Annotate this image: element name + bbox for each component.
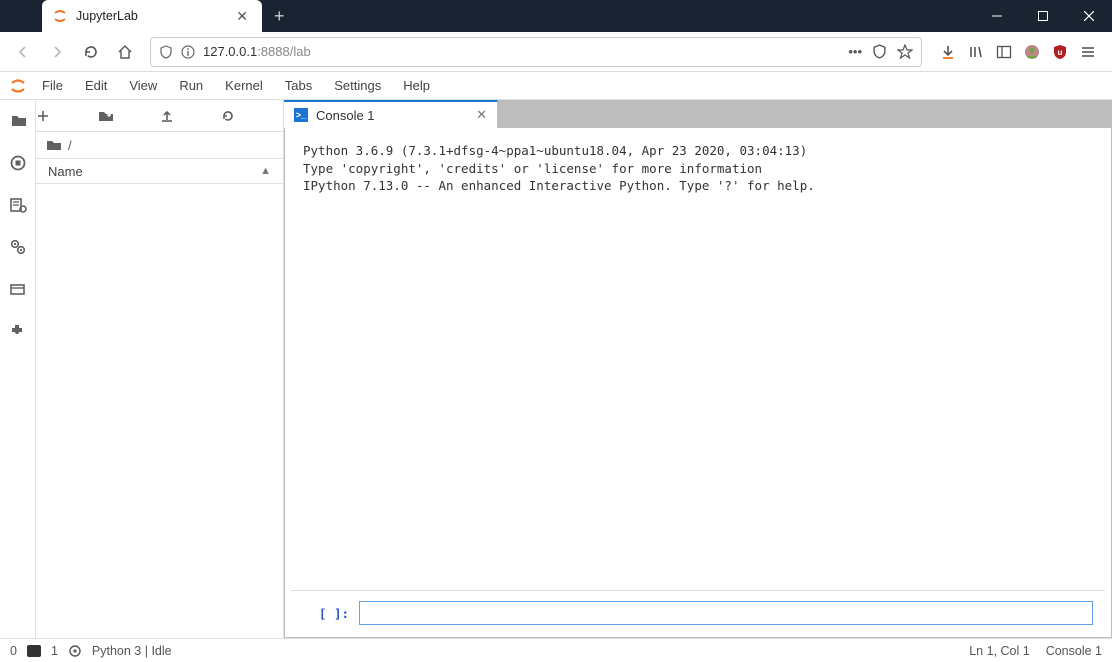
console-input[interactable] bbox=[359, 601, 1093, 625]
prompt-label: [ ]: bbox=[303, 606, 359, 621]
menu-kernel[interactable]: Kernel bbox=[215, 74, 273, 97]
activity-tabs[interactable] bbox=[0, 268, 36, 310]
kernel-gear-icon[interactable] bbox=[68, 644, 82, 658]
file-list-header[interactable]: Name ▲ bbox=[36, 158, 283, 184]
menu-settings[interactable]: Settings bbox=[324, 74, 391, 97]
file-browser-panel: / Name ▲ bbox=[36, 100, 284, 638]
activity-extensions[interactable] bbox=[0, 310, 36, 352]
sidebar-icon[interactable] bbox=[996, 44, 1012, 60]
browser-right-tools: u bbox=[932, 44, 1104, 60]
activity-filebrowser[interactable] bbox=[0, 100, 36, 142]
new-tab-button[interactable]: + bbox=[262, 6, 297, 27]
library-icon[interactable] bbox=[968, 44, 984, 60]
console-icon: >_ bbox=[294, 108, 308, 122]
status-kernel[interactable]: Python 3 | Idle bbox=[92, 644, 172, 658]
window-titlebar: JupyterLab ✕ + bbox=[0, 0, 1112, 32]
browser-tab-title: JupyterLab bbox=[76, 9, 224, 23]
window-minimize-button[interactable] bbox=[974, 0, 1020, 32]
url-text: 127.0.0.1:8888/lab bbox=[203, 44, 311, 59]
console-banner: Python 3.6.9 (7.3.1+dfsg-4~ppa1~ubuntu18… bbox=[303, 142, 1093, 195]
browser-toolbar: 127.0.0.1:8888/lab ••• u bbox=[0, 32, 1112, 72]
tracking-shield-icon[interactable] bbox=[159, 45, 173, 59]
activity-bar bbox=[0, 100, 36, 638]
console-input-row: [ ]: bbox=[291, 590, 1105, 631]
folder-icon bbox=[46, 138, 62, 152]
status-bar: 0 1 Python 3 | Idle Ln 1, Col 1 Console … bbox=[0, 638, 1112, 662]
ublock-icon[interactable]: u bbox=[1052, 44, 1068, 60]
activity-settings[interactable] bbox=[0, 226, 36, 268]
more-actions-icon[interactable]: ••• bbox=[848, 44, 862, 59]
tab-label: Console 1 bbox=[316, 108, 468, 123]
jupyter-favicon bbox=[52, 8, 68, 24]
nav-home-button[interactable] bbox=[110, 37, 140, 67]
downloads-icon[interactable] bbox=[940, 44, 956, 60]
console-panel: Python 3.6.9 (7.3.1+dfsg-4~ppa1~ubuntu18… bbox=[284, 128, 1112, 638]
new-launcher-button[interactable] bbox=[36, 109, 98, 123]
nav-forward-button[interactable] bbox=[42, 37, 72, 67]
tab-console-1[interactable]: >_ Console 1 ✕ bbox=[284, 100, 498, 128]
bookmark-star-icon[interactable] bbox=[897, 44, 913, 60]
menu-view[interactable]: View bbox=[119, 74, 167, 97]
work-area: >_ Console 1 ✕ Python 3.6.9 (7.3.1+dfsg-… bbox=[284, 100, 1112, 638]
window-controls bbox=[974, 0, 1112, 32]
menu-help[interactable]: Help bbox=[393, 74, 440, 97]
window-close-button[interactable] bbox=[1066, 0, 1112, 32]
file-toolbar bbox=[36, 100, 283, 132]
upload-button[interactable] bbox=[160, 109, 222, 123]
activity-commands[interactable] bbox=[0, 184, 36, 226]
sort-ascending-icon: ▲ bbox=[260, 165, 271, 177]
status-terminals-count[interactable]: 0 bbox=[10, 644, 17, 658]
console-output-area[interactable] bbox=[303, 195, 1093, 591]
breadcrumb-root: / bbox=[68, 138, 72, 153]
window-maximize-button[interactable] bbox=[1020, 0, 1066, 32]
refresh-button[interactable] bbox=[221, 109, 283, 123]
reader-protection-icon[interactable] bbox=[872, 44, 887, 59]
activity-running[interactable] bbox=[0, 142, 36, 184]
nav-back-button[interactable] bbox=[8, 37, 38, 67]
file-list-empty bbox=[36, 184, 283, 638]
breadcrumb[interactable]: / bbox=[36, 132, 283, 158]
site-info-icon[interactable] bbox=[181, 45, 195, 59]
nav-reload-button[interactable] bbox=[76, 37, 106, 67]
jupyter-menubar: File Edit View Run Kernel Tabs Settings … bbox=[0, 72, 1112, 100]
terminal-icon[interactable] bbox=[27, 645, 41, 657]
browser-tab-close-icon[interactable]: ✕ bbox=[232, 8, 252, 25]
jupyter-logo-icon[interactable] bbox=[6, 74, 30, 98]
work-tabbar: >_ Console 1 ✕ bbox=[284, 100, 1112, 128]
status-kernels-count[interactable]: 1 bbox=[51, 644, 58, 658]
name-column-header: Name bbox=[48, 164, 83, 179]
hamburger-menu-icon[interactable] bbox=[1080, 44, 1096, 60]
menu-run[interactable]: Run bbox=[169, 74, 213, 97]
menu-tabs[interactable]: Tabs bbox=[275, 74, 322, 97]
account-avatar-icon[interactable] bbox=[1024, 44, 1040, 60]
url-bar[interactable]: 127.0.0.1:8888/lab ••• bbox=[150, 37, 922, 67]
tab-close-icon[interactable]: ✕ bbox=[476, 107, 487, 123]
svg-text:u: u bbox=[1058, 48, 1063, 57]
status-cursor[interactable]: Ln 1, Col 1 bbox=[969, 644, 1029, 658]
menu-file[interactable]: File bbox=[32, 74, 73, 97]
new-folder-button[interactable] bbox=[98, 109, 160, 123]
browser-tab[interactable]: JupyterLab ✕ bbox=[42, 0, 262, 32]
menu-edit[interactable]: Edit bbox=[75, 74, 117, 97]
status-mode[interactable]: Console 1 bbox=[1046, 644, 1102, 658]
